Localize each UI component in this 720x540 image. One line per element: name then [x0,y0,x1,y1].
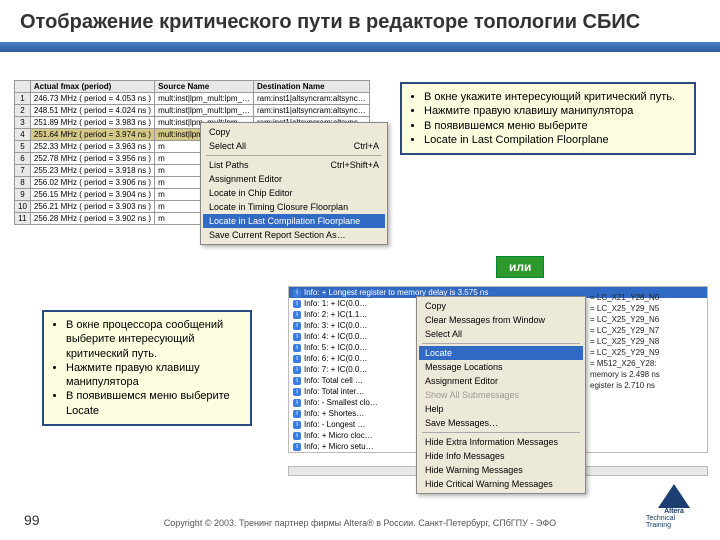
cell: 10 [15,201,31,213]
context-menu-2: CopyClear Messages from WindowSelect All… [416,296,586,494]
menu-item[interactable]: Save Current Report Section As… [203,228,385,242]
callout-line: В окне процессора сообщений выберите инт… [66,318,240,361]
cell: 248.51 MHz ( period = 4.024 ns ) [30,105,154,117]
cell: mult:inst|lpm_mult:lpm_… [155,105,254,117]
info-icon: i [293,388,301,396]
menu-item[interactable]: Locate [419,346,583,360]
menu-item[interactable]: Hide Warning Messages [419,463,583,477]
logo-triangle-icon [658,484,690,508]
title-underline [0,42,720,52]
cell: 6 [15,153,31,165]
callout-line: В появившемся меню выберите Locate [66,389,240,418]
menu-item[interactable]: Copy [419,299,583,313]
menu-item[interactable]: Copy [203,125,385,139]
table-row[interactable]: 1246.73 MHz ( period = 4.053 ns )mult:in… [15,93,370,105]
col-header: Source Name [155,81,254,93]
menu-item[interactable]: Clear Messages from Window [419,313,583,327]
info-icon: i [293,289,301,297]
info-icon: i [293,410,301,418]
cell: 252.33 MHz ( period = 3.963 ns ) [30,141,154,153]
col-header: Actual fmax (period) [30,81,154,93]
cell: 252.78 MHz ( period = 3.956 ns ) [30,153,154,165]
menu-item[interactable]: Show All Submessages [419,388,583,402]
message-pane-right: = LC_X21_Y28_N0= LC_X25_Y29_N5= LC_X25_Y… [590,292,660,391]
msg-right-line: = LC_X25_Y29_N5 [590,303,660,314]
context-menu-1: CopySelect AllCtrl+A List PathsCtrl+Shift… [200,122,388,245]
callout-line: Нажмите правую клавишу манипулятора [66,361,240,390]
menu-item[interactable]: Hide Critical Warning Messages [419,477,583,491]
msg-right-line: = M512_X26_Y28: [590,358,660,369]
menu-item[interactable]: Help [419,402,583,416]
logo-text2: Technical Training [646,515,702,529]
info-icon: i [293,311,301,319]
menu-item[interactable]: Select AllCtrl+A [203,139,385,153]
menu-item[interactable]: Locate in Timing Closure Floorplan [203,200,385,214]
cell: 246.73 MHz ( period = 4.053 ns ) [30,93,154,105]
cell: 9 [15,189,31,201]
menu-item[interactable]: Message Locations [419,360,583,374]
msg-right-line: = LC_X25_Y29_N6 [590,314,660,325]
info-icon: i [293,366,301,374]
cell: 3 [15,117,31,129]
msg-right-line: = LC_X25_Y29_N9 [590,347,660,358]
cell: 251.64 MHz ( period = 3.974 ns ) [30,129,154,141]
col-header: Destination Name [253,81,369,93]
cell: 255.23 MHz ( period = 3.918 ns ) [30,165,154,177]
info-icon: i [293,432,301,440]
menu-item[interactable]: Locate in Last Compilation Floorplane [203,214,385,228]
cell: 251.89 MHz ( period = 3.983 ns ) [30,117,154,129]
cell: 256.21 MHz ( period = 3.903 ns ) [30,201,154,213]
info-icon: i [293,300,301,308]
info-icon: i [293,399,301,407]
callout-line: В окне укажите интересующий критический … [424,90,684,104]
menu-item[interactable]: Assignment Editor [419,374,583,388]
info-icon: i [293,377,301,385]
menu-item[interactable]: Hide Info Messages [419,449,583,463]
info-icon: i [293,333,301,341]
info-icon: i [293,322,301,330]
msg-right-line: = LC_X25_Y29_N7 [590,325,660,336]
info-icon: i [293,355,301,363]
menu-item[interactable]: Select All [419,327,583,341]
cell: 256.02 MHz ( period = 3.906 ns ) [30,177,154,189]
cell: 5 [15,141,31,153]
callout-top: В окне укажите интересующий критический … [400,82,696,155]
msg-right-line: = LC_X25_Y29_N8 [590,336,660,347]
menu-item[interactable]: Assignment Editor [203,172,385,186]
col-header [15,81,31,93]
cell: ram:inst1|altsyncram:altsync… [253,93,369,105]
cell: ram:inst1|altsyncram:altsync… [253,105,369,117]
logo-text1: Altera [664,508,684,515]
altera-logo: Altera Technical Training [646,484,702,528]
slide-title: Отображение критического пути в редактор… [0,0,720,38]
cell: 2 [15,105,31,117]
cell: mult:inst|lpm_mult:lpm_… [155,93,254,105]
info-icon: i [293,443,301,451]
menu-item[interactable]: Locate in Chip Editor [203,186,385,200]
menu-item[interactable]: Save Messages… [419,416,583,430]
menu-item[interactable]: List PathsCtrl+Shift+A [203,158,385,172]
callout-line: Locate in Last Compilation Floorplane [424,133,684,147]
msg-right-line: memory is 2.498 ns [590,369,660,380]
callout-line: В появившемся меню выберите [424,119,684,133]
cell: 7 [15,165,31,177]
or-badge: или [496,256,544,278]
cell: 4 [15,129,31,141]
cell: 1 [15,93,31,105]
cell: 256.15 MHz ( period = 3.904 ns ) [30,189,154,201]
menu-item[interactable]: Hide Extra Information Messages [419,435,583,449]
callout-left: В окне процессора сообщений выберите инт… [42,310,252,426]
cell: 256.28 MHz ( period = 3.902 ns ) [30,213,154,225]
info-icon: i [293,344,301,352]
msg-right-line: egister is 2.710 ns [590,380,660,391]
info-icon: i [293,421,301,429]
copyright-footer: Copyright © 2003. Тренинг партнер фирмы … [0,518,720,528]
table-row[interactable]: 2248.51 MHz ( period = 4.024 ns )mult:in… [15,105,370,117]
cell: 8 [15,177,31,189]
msg-right-line: = LC_X21_Y28_N0 [590,292,660,303]
cell: 11 [15,213,31,225]
callout-line: Нажмите правую клавишу манипулятора [424,104,684,118]
